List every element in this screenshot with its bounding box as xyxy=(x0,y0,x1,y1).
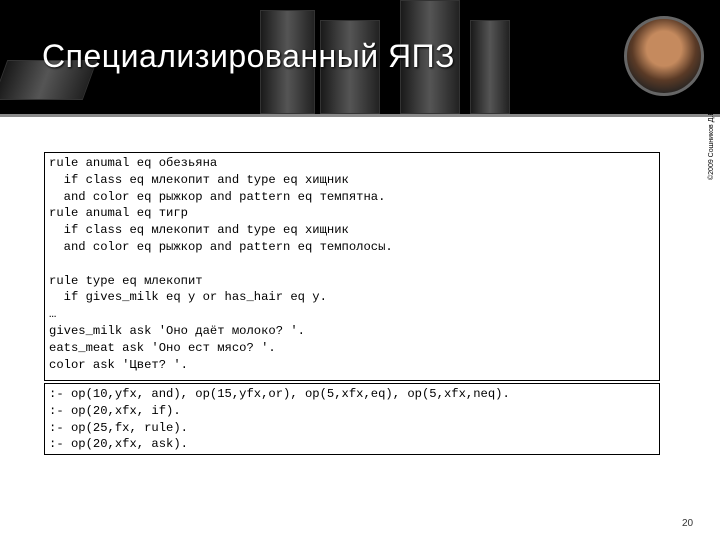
copyright-text: ©2009 Сошников Д.В. xyxy=(708,108,715,180)
code-line: and color eq рыжкор and pattern eq темпо… xyxy=(49,239,393,254)
code-line: if class eq млекопит and type eq хищник xyxy=(49,223,349,238)
code-block-rules: rule anumal eq обезьяна if class eq млек… xyxy=(44,152,660,381)
code-line: if class eq млекопит and type eq хищник xyxy=(49,172,349,187)
code-line: :- op(20,xfx, if). xyxy=(49,403,181,418)
code-line: rule anumal eq тигр xyxy=(49,206,188,221)
page-number: 20 xyxy=(682,518,694,529)
code-line: :- op(25,fx, rule). xyxy=(49,420,188,435)
code-line: color ask 'Цвет? '. xyxy=(49,357,188,372)
server-decoration xyxy=(470,20,510,114)
code-line: gives_milk ask 'Оно даёт молоко? '. xyxy=(49,323,305,338)
code-line: and color eq рыжкор and pattern eq темпя… xyxy=(49,189,386,204)
header-divider xyxy=(0,114,720,117)
code-line: :- op(20,xfx, ask). xyxy=(49,437,188,452)
code-line: rule anumal eq обезьяна xyxy=(49,156,218,170)
code-line: rule type eq млекопит xyxy=(49,273,203,288)
slide-title: Специализированный ЯПЗ xyxy=(42,38,455,74)
code-line: … xyxy=(49,307,57,322)
author-avatar xyxy=(624,16,704,96)
code-block-operators: :- op(10,yfx, and), op(15,yfx,or), op(5,… xyxy=(44,383,660,455)
code-line: eats_meat ask 'Оно ест мясо? '. xyxy=(49,340,276,355)
slide-header: Специализированный ЯПЗ xyxy=(0,0,720,114)
code-line: if gives_milk eq y or has_hair eq y. xyxy=(49,290,327,305)
code-line: :- op(10,yfx, and), op(15,yfx,or), op(5,… xyxy=(49,387,510,401)
